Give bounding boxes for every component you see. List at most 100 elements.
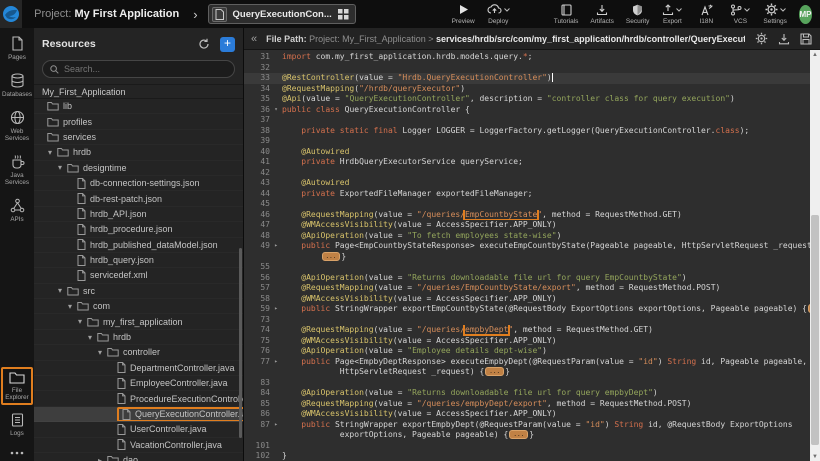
folded-code-badge[interactable]: ... [485, 367, 504, 376]
app-logo[interactable] [0, 0, 22, 28]
add-resource-button[interactable]: + [220, 37, 235, 52]
tree-file-item[interactable]: servicedef.xml [34, 268, 243, 283]
security-button[interactable]: Security [620, 0, 655, 28]
tree-folder-item[interactable]: ▾my_first_application [34, 314, 243, 329]
export-button[interactable]: Export [655, 0, 689, 28]
sidebar-item-java-services[interactable]: Java Services [1, 154, 33, 186]
code-line[interactable]: 85 @RequestMapping(value = "/queries/emp… [244, 399, 810, 410]
tree-file-item[interactable]: db-connection-settings.json [34, 176, 243, 191]
code-line[interactable]: exportOptions, Pageable pageable) {...} [244, 430, 810, 441]
code-line[interactable]: 35@Api(value = "QueryExecutionController… [244, 94, 810, 105]
code-line[interactable]: 77▸ public Page<EmpbyDeptResponse> execu… [244, 357, 810, 368]
expand-arrow-icon[interactable]: ▾ [58, 286, 67, 295]
code-line[interactable]: 83 [244, 378, 810, 389]
editor-scrollbar[interactable]: ▲ ▼ [810, 50, 820, 461]
tree-file-item[interactable]: EmployeeController.java [34, 376, 243, 391]
code-line[interactable]: ...} [244, 252, 810, 263]
tree-file-item[interactable]: hrdb_procedure.json [34, 222, 243, 237]
fold-marker[interactable]: ▸ [270, 304, 282, 315]
scroll-up-arrow[interactable]: ▲ [810, 50, 820, 59]
code-line[interactable]: 76 @ApiOperation(value = "Employee detai… [244, 346, 810, 357]
tree-folder-item[interactable]: services [34, 130, 243, 145]
code-line[interactable]: 87▸ public StringWrapper exportEmpbyDept… [244, 420, 810, 431]
code-line[interactable]: 59▸ public StringWrapper exportEmpCountb… [244, 304, 810, 315]
more-options-button[interactable] [10, 451, 24, 455]
folded-code-badge[interactable]: ... [509, 430, 528, 439]
editor-settings-gear-icon[interactable] [755, 32, 768, 45]
code-editor[interactable]: 31import com.my_first_application.hrdb.m… [244, 50, 810, 461]
code-line[interactable]: 73 [244, 315, 810, 326]
tree-file-item[interactable]: hrdb_API.json [34, 207, 243, 222]
code-line[interactable]: 45 [244, 199, 810, 210]
save-icon[interactable] [800, 33, 812, 45]
tree-folder-item[interactable]: lib [34, 99, 243, 114]
fold-marker[interactable]: ▸ [270, 241, 282, 252]
code-line[interactable]: 49▸ public Page<EmpCountbyStateResponse>… [244, 241, 810, 252]
code-line[interactable]: 84 @ApiOperation(value = "Returns downlo… [244, 388, 810, 399]
tree-file-item[interactable]: ProcedureExecutionController.java [34, 391, 243, 406]
code-line[interactable]: 101 [244, 441, 810, 452]
code-line[interactable]: 86 @WMAccessVisibility(value = AccessSpe… [244, 409, 810, 420]
collapse-panel-button[interactable]: « [248, 33, 260, 45]
tree-file-item[interactable]: QueryExecutionController.java [34, 407, 243, 422]
code-line[interactable]: 46 @RequestMapping(value = "/queries/Emp… [244, 210, 810, 221]
refresh-icon[interactable] [198, 38, 210, 50]
tree-folder-item[interactable]: ▾hrdb [34, 330, 243, 345]
code-line[interactable]: 40 @Autowired [244, 147, 810, 158]
expand-arrow-icon[interactable]: ▾ [48, 148, 57, 157]
search-input[interactable] [64, 64, 214, 74]
code-line[interactable]: 39 [244, 136, 810, 147]
sidebar-item-databases[interactable]: Databases [1, 73, 33, 98]
open-file-tab[interactable]: QueryExecutionCon... [208, 4, 356, 24]
code-line[interactable]: 33@RestController(value = "Hrdb.QueryExe… [244, 73, 810, 84]
tree-folder-item[interactable]: ▾com [34, 299, 243, 314]
code-line[interactable]: 58 @WMAccessVisibility(value = AccessSpe… [244, 294, 810, 305]
code-line[interactable]: 57 @RequestMapping(value = "/queries/Emp… [244, 283, 810, 294]
code-line[interactable]: 37 [244, 115, 810, 126]
code-line[interactable]: 47 @WMAccessVisibility(value = AccessSpe… [244, 220, 810, 231]
code-line[interactable]: 36▾public class QueryExecutionController… [244, 105, 810, 116]
scrollbar-thumb[interactable] [811, 215, 819, 445]
sidebar-item-pages[interactable]: Pages [1, 36, 33, 61]
resource-search[interactable] [42, 60, 235, 78]
tree-file-item[interactable]: VacationController.java [34, 438, 243, 453]
tree-file-item[interactable]: UserController.java [34, 422, 243, 437]
fold-marker[interactable]: ▾ [270, 105, 282, 116]
code-line[interactable]: HttpServletRequest _request) {...} [244, 367, 810, 378]
code-line[interactable]: 102} [244, 451, 810, 461]
tree-folder-item[interactable]: ▾hrdb [34, 145, 243, 160]
code-line[interactable]: 42 [244, 168, 810, 179]
tutorials-button[interactable]: Tutorials [548, 0, 585, 28]
collapse-arrow-icon[interactable]: ▸ [98, 456, 107, 461]
download-file-icon[interactable] [778, 33, 790, 45]
code-line[interactable]: 44 private ExportedFileManager exportedF… [244, 189, 810, 200]
expand-arrow-icon[interactable]: ▾ [78, 317, 87, 326]
tree-folder-item[interactable]: ▾designtime [34, 161, 243, 176]
scroll-down-arrow[interactable]: ▼ [810, 452, 820, 461]
tree-file-item[interactable]: hrdb_published_dataModel.json [34, 238, 243, 253]
folded-code-badge[interactable]: ... [322, 252, 341, 261]
sidebar-item-file-explorer[interactable]: File Explorer [1, 367, 33, 405]
preview-button[interactable]: Preview [446, 0, 481, 28]
code-line[interactable]: 74 @RequestMapping(value = "/queries/emp… [244, 325, 810, 336]
sidebar-item-logs[interactable]: Logs [1, 413, 33, 437]
code-line[interactable]: 41 private HrdbQueryExecutorService quer… [244, 157, 810, 168]
sidebar-item-apis[interactable]: APIs [1, 198, 33, 223]
tree-folder-item[interactable]: ▸dao [34, 453, 243, 461]
artifacts-button[interactable]: Artifacts [584, 0, 619, 28]
expand-arrow-icon[interactable]: ▾ [88, 333, 97, 342]
code-line[interactable]: 43 @Autowired [244, 178, 810, 189]
code-line[interactable]: 48 @ApiOperation(value = "To fetch emplo… [244, 231, 810, 242]
tree-file-item[interactable]: DepartmentController.java [34, 361, 243, 376]
fold-marker[interactable]: ▸ [270, 420, 282, 431]
settings-button[interactable]: Settings [757, 0, 793, 28]
tree-file-item[interactable]: hrdb_query.json [34, 253, 243, 268]
tree-folder-item[interactable]: profiles [34, 114, 243, 129]
grid-icon[interactable] [338, 9, 349, 20]
user-avatar[interactable]: MP [799, 5, 812, 24]
tree-folder-item[interactable]: ▾controller [34, 345, 243, 360]
resources-scrollbar[interactable] [239, 248, 242, 438]
code-line[interactable]: 38 private static final Logger LOGGER = … [244, 126, 810, 137]
project-breadcrumb[interactable]: Project: My First Application [34, 8, 179, 20]
code-line[interactable]: 32 [244, 63, 810, 74]
